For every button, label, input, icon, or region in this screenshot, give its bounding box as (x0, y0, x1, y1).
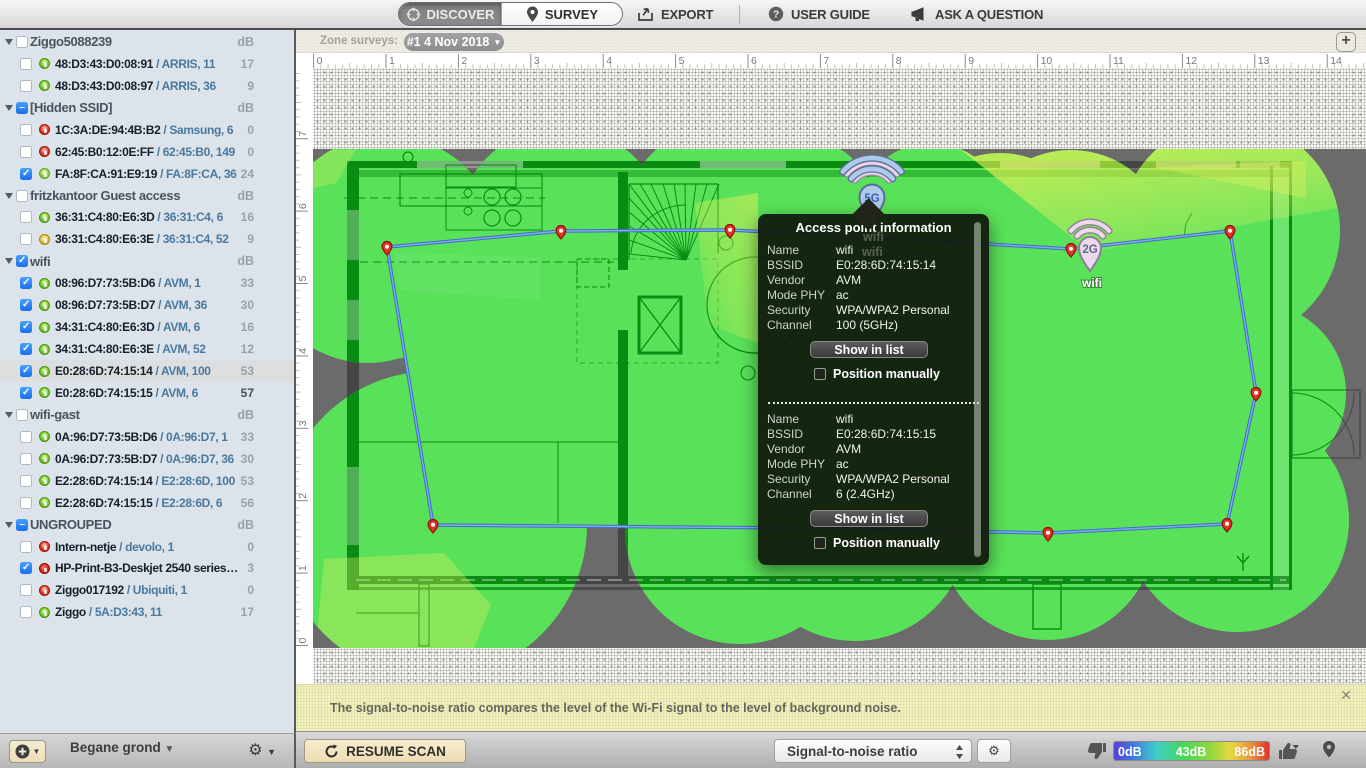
svg-text:2: 2 (461, 55, 467, 67)
svg-text:wifi: wifi (1081, 276, 1102, 290)
svg-text:5: 5 (679, 55, 685, 67)
svg-text:14: 14 (1330, 55, 1342, 67)
svg-text:13: 13 (1258, 55, 1270, 67)
svg-text:11: 11 (1113, 55, 1124, 67)
svg-text:0: 0 (317, 55, 323, 67)
svg-text:1: 1 (389, 55, 395, 67)
svg-text:6: 6 (751, 55, 757, 67)
svg-text:0dB: 0dB (1118, 745, 1142, 759)
svg-text:?: ? (773, 9, 779, 21)
svg-text:3: 3 (534, 55, 540, 67)
svg-text:86dB: 86dB (1234, 745, 1265, 759)
svg-text:2G: 2G (1082, 244, 1097, 256)
svg-text:10: 10 (1041, 55, 1053, 67)
svg-text:8: 8 (896, 55, 902, 67)
svg-text:7: 7 (823, 55, 829, 67)
svg-text:12: 12 (1185, 55, 1197, 67)
svg-text:43dB: 43dB (1176, 745, 1207, 759)
svg-text:9: 9 (968, 55, 974, 67)
svg-text:4: 4 (606, 55, 612, 67)
